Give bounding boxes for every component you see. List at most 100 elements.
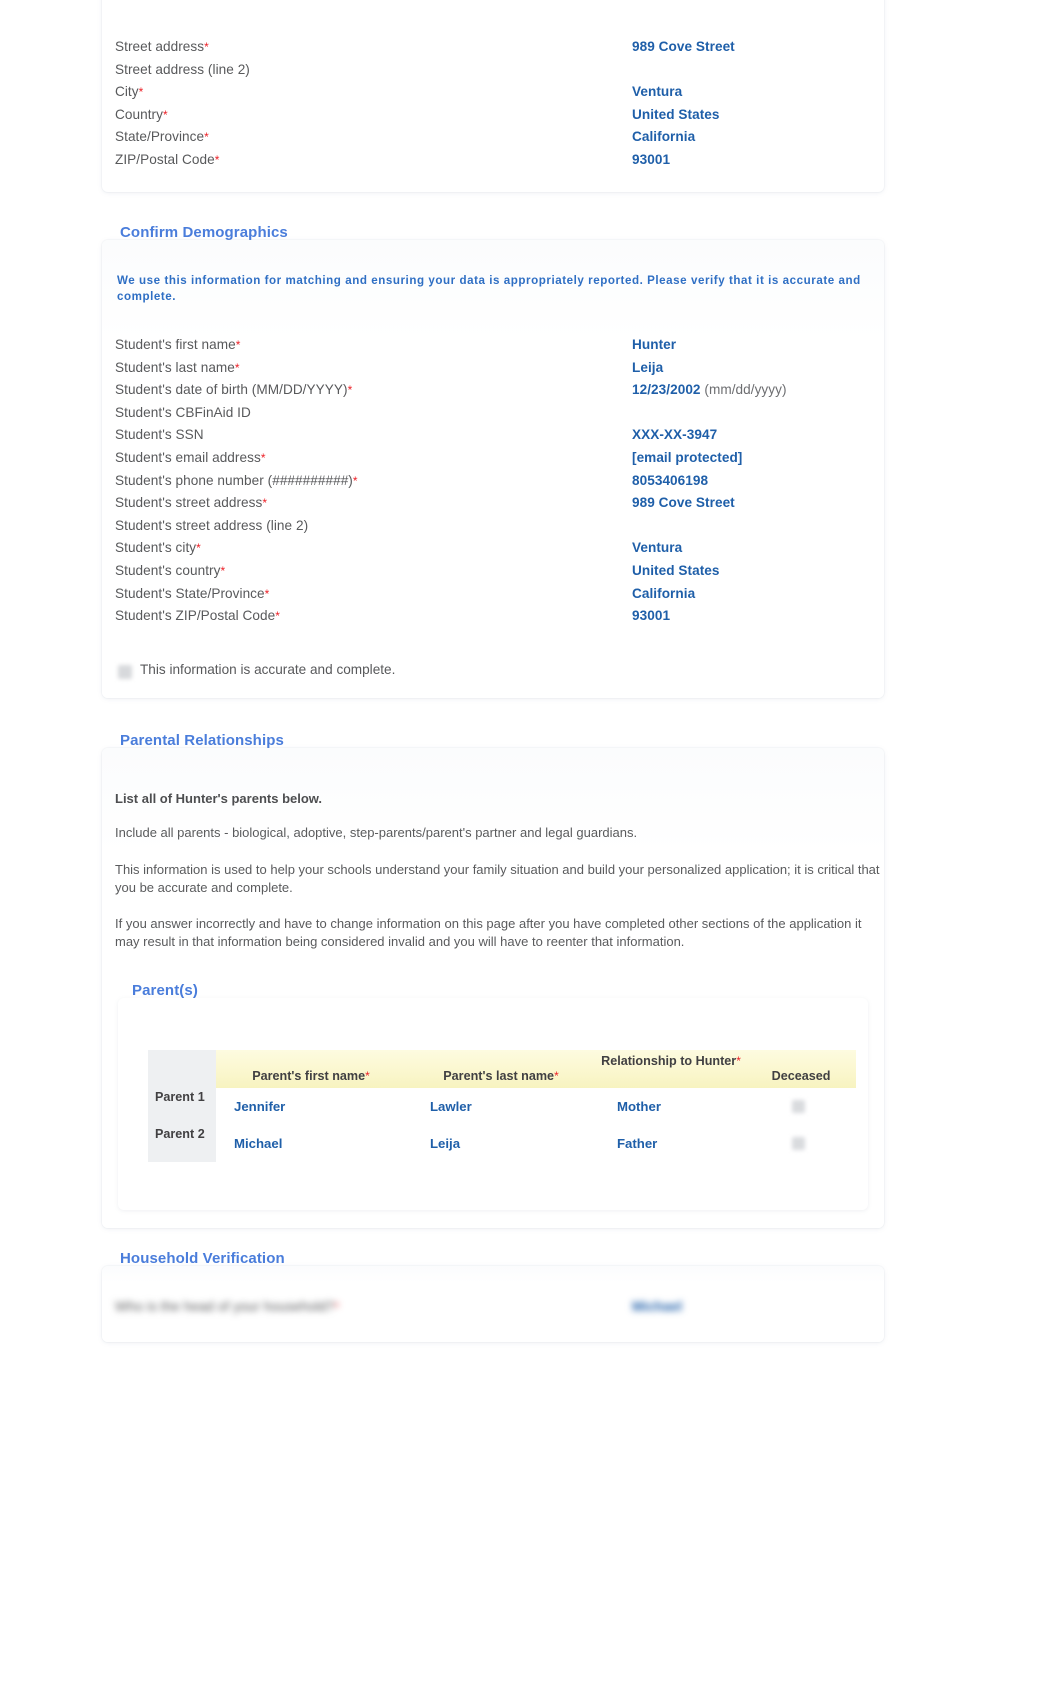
section-title-demographics: Confirm Demographics — [120, 224, 288, 241]
section-title-household: Household Verification — [120, 1250, 285, 1267]
deceased-checkbox[interactable] — [792, 1100, 805, 1113]
date-format-hint: (mm/dd/yyyy) — [704, 382, 787, 398]
required-marker: * — [220, 563, 226, 578]
field-label: ZIP/Postal Code* — [115, 151, 220, 167]
field-label: State/Province* — [115, 129, 209, 145]
field-value: 93001 — [632, 151, 671, 167]
field-row: Student's last name* Leija — [115, 357, 867, 380]
parents-table: Parent's first name* Parent's last name*… — [148, 1050, 856, 1168]
field-row: Student's street address (line 2) — [115, 515, 867, 538]
field-row: City* Ventura — [115, 81, 867, 104]
cell-first-name[interactable]: Michael — [234, 1125, 282, 1162]
field-label: Country* — [115, 106, 168, 122]
field-label: Student's email address* — [115, 449, 266, 465]
demographics-card: We use this information for matching and… — [102, 240, 884, 698]
table-corner-cell — [148, 1050, 216, 1088]
field-label: Student's phone number (##########)* — [115, 472, 358, 488]
field-row: Student's phone number (##########)* 805… — [115, 470, 867, 493]
field-value: 93001 — [632, 608, 671, 624]
field-label: Student's first name* — [115, 337, 241, 352]
field-row: Street address (line 2) — [115, 59, 867, 82]
subsection-title-parents: Parent(s) — [132, 982, 198, 999]
field-value: United States — [632, 106, 720, 122]
field-row: ZIP/Postal Code* 93001 — [115, 149, 867, 172]
column-header-first-name: Parent's first name* — [252, 1069, 370, 1083]
column-header-last-name: Parent's last name* — [443, 1069, 559, 1083]
required-marker: * — [234, 360, 240, 375]
parents-subcard: Parent's first name* Parent's last name*… — [118, 998, 868, 1210]
field-value: Leija — [632, 359, 664, 375]
field-row: Street address* 989 Cove Street — [115, 36, 867, 59]
accuracy-checkbox-label: This information is accurate and complet… — [140, 662, 396, 677]
required-marker: * — [334, 1300, 340, 1314]
field-label: Student's SSN — [115, 427, 204, 443]
field-label: Street address* — [115, 39, 209, 54]
household-question-label: Who is the head of your household?* — [115, 1299, 340, 1314]
section-title-parental: Parental Relationships — [120, 732, 284, 749]
field-value: California — [632, 585, 696, 601]
field-row: Country* United States — [115, 104, 867, 127]
required-marker: * — [162, 107, 168, 122]
field-value: 8053406198 — [632, 472, 709, 488]
field-row: Student's city* Ventura — [115, 537, 867, 560]
field-value: 989 Cove Street — [632, 495, 735, 511]
application-form-page: Street address* 989 Cove Street Street a… — [0, 0, 1062, 1686]
field-value-email: [email protected] — [632, 449, 743, 465]
household-card: Who is the head of your household?* Mich… — [102, 1266, 884, 1342]
field-label: Student's city* — [115, 540, 201, 556]
household-answer-value: Michael — [632, 1299, 683, 1314]
field-row: Student's ZIP/Postal Code* 93001 — [115, 605, 867, 628]
household-question-row: Who is the head of your household?* Mich… — [115, 1296, 867, 1319]
required-marker: * — [235, 338, 241, 352]
field-label: Student's last name* — [115, 359, 240, 375]
field-label: Student's CBFinAid ID — [115, 404, 251, 420]
required-marker: * — [138, 85, 144, 100]
cell-relationship[interactable]: Father — [617, 1125, 657, 1162]
parental-card: List all of Hunter's parents below. Incl… — [102, 748, 884, 1228]
cell-relationship[interactable]: Mother — [617, 1088, 661, 1125]
field-label: Student's street address (line 2) — [115, 517, 309, 533]
required-marker: * — [260, 450, 266, 465]
field-row: Student's email address* [email protecte… — [115, 447, 867, 470]
field-value: United States — [632, 562, 720, 578]
accuracy-confirmation[interactable]: This information is accurate and complet… — [118, 662, 518, 682]
address-card: Street address* 989 Cove Street Street a… — [102, 0, 884, 192]
parental-paragraph-1: Include all parents - biological, adopti… — [115, 825, 638, 840]
field-value: Hunter — [632, 337, 677, 352]
deceased-checkbox[interactable] — [792, 1137, 805, 1150]
field-row: Student's SSN XXX-XX-3947 — [115, 424, 867, 447]
cell-last-name[interactable]: Lawler — [430, 1088, 472, 1125]
field-label: Student's street address* — [115, 495, 268, 511]
required-marker: * — [736, 1054, 741, 1068]
required-marker: * — [214, 152, 220, 167]
field-label: Student's ZIP/Postal Code* — [115, 608, 280, 624]
row-header-parent-1: Parent 1 — [148, 1088, 216, 1125]
table-row: Parent 2 Michael Leija Father — [148, 1125, 856, 1162]
cell-first-name[interactable]: Jennifer — [234, 1088, 285, 1125]
field-row: State/Province* California — [115, 126, 867, 149]
field-label: Student's State/Province* — [115, 585, 270, 601]
required-marker: * — [554, 1069, 559, 1083]
field-row: Student's State/Province* California — [115, 583, 867, 606]
field-value: 989 Cove Street — [632, 39, 735, 54]
parental-lead-text: List all of Hunter's parents below. — [115, 791, 323, 806]
column-header-deceased: Deceased — [771, 1069, 831, 1083]
required-marker: * — [365, 1069, 370, 1083]
table-row: Parent 1 Jennifer Lawler Mother — [148, 1088, 856, 1125]
column-header-relationship: Relationship to Hunter* — [601, 1054, 741, 1068]
required-marker: * — [352, 473, 358, 488]
required-marker: * — [204, 40, 209, 54]
demographics-note: We use this information for matching and… — [117, 274, 861, 303]
field-row: Student's street address* 989 Cove Stree… — [115, 492, 867, 515]
parental-paragraph-2: This information is used to help your sc… — [115, 862, 880, 895]
parental-paragraph-3: If you answer incorrectly and have to ch… — [115, 916, 862, 949]
field-label: Student's date of birth (MM/DD/YYYY)* — [115, 382, 353, 398]
field-row: Student's date of birth (MM/DD/YYYY)* 12… — [115, 379, 867, 402]
field-row: Student's country* United States — [115, 560, 867, 583]
field-value: Ventura — [632, 84, 683, 100]
field-label: Student's country* — [115, 562, 226, 578]
cell-last-name[interactable]: Leija — [430, 1125, 460, 1162]
required-marker: * — [204, 130, 209, 145]
field-label: City* — [115, 84, 144, 100]
accuracy-checkbox[interactable] — [118, 665, 132, 679]
